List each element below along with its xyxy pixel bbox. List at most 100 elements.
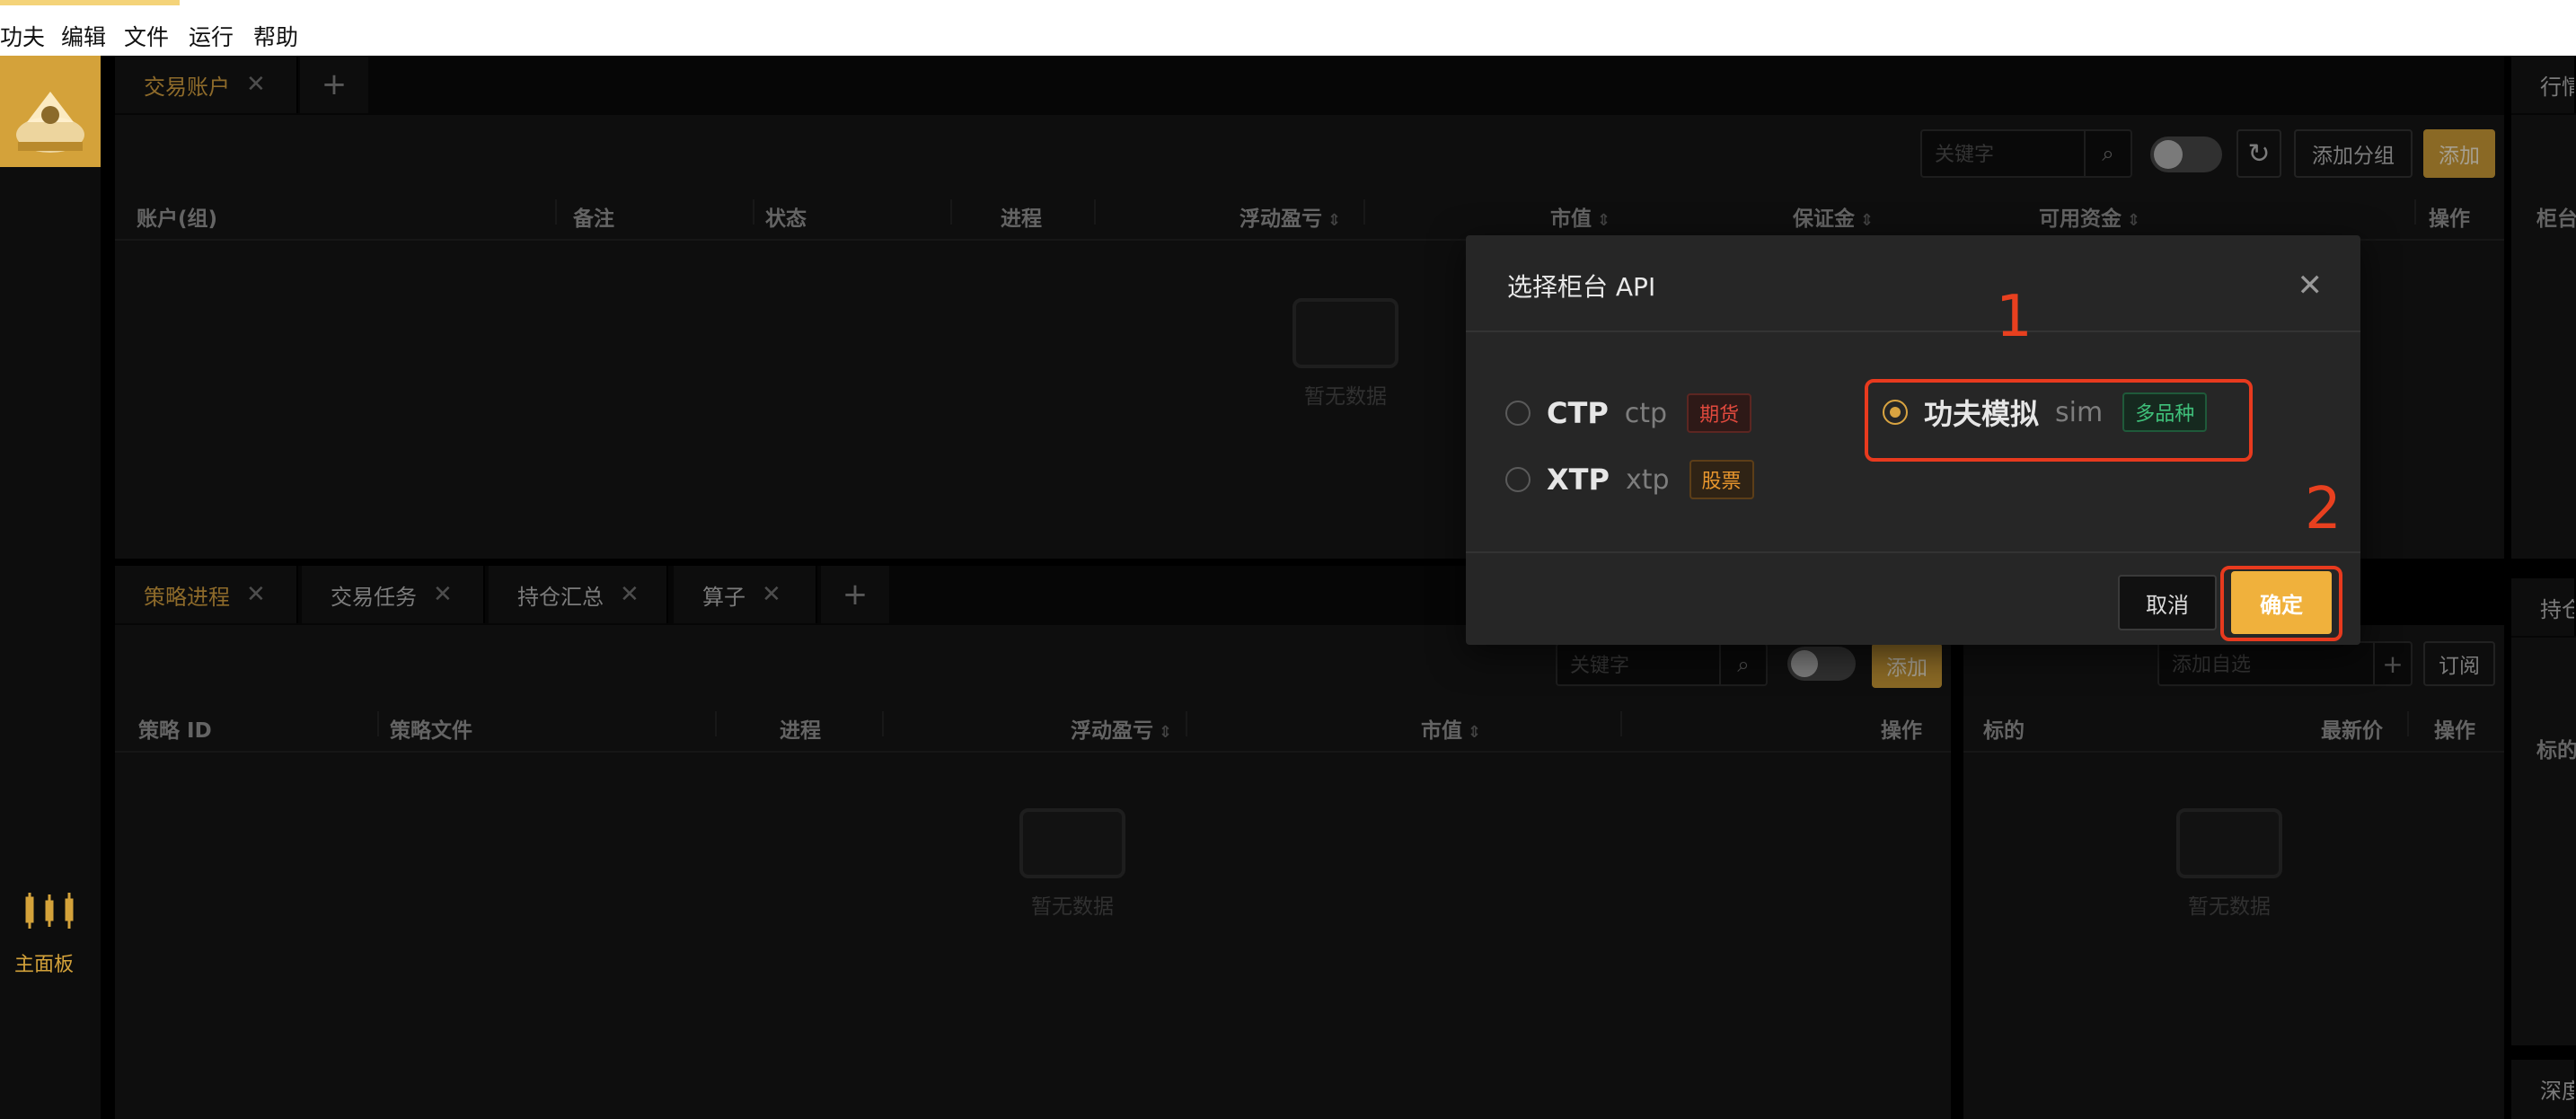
menu-item-edit[interactable]: 编辑 bbox=[61, 20, 106, 52]
col-divider bbox=[715, 711, 717, 736]
col-floating-pnl[interactable]: 浮动盈亏 ⇕ bbox=[1239, 201, 1341, 232]
subscribe-button[interactable]: 订阅 bbox=[2423, 641, 2495, 686]
tab-strategy-process[interactable]: 策略进程 ✕ bbox=[115, 566, 298, 623]
close-icon[interactable]: ✕ bbox=[620, 581, 640, 608]
radio-icon bbox=[1505, 467, 1531, 492]
add-group-button[interactable]: 添加分组 bbox=[2294, 129, 2413, 178]
radio-icon bbox=[1505, 401, 1531, 426]
accounts-toggle[interactable] bbox=[2150, 137, 2222, 172]
tab-label: 策略进程 bbox=[144, 584, 230, 610]
col-margin-label: 保证金 bbox=[1793, 207, 1855, 231]
col-divider bbox=[2407, 711, 2409, 736]
strategy-search[interactable]: ⌕ bbox=[1556, 643, 1768, 686]
tab-positions[interactable]: 持仓 bbox=[2511, 578, 2576, 636]
tab-operators[interactable]: 算子 ✕ bbox=[674, 566, 817, 623]
header-divider bbox=[1963, 751, 2504, 753]
col-divider bbox=[1186, 711, 1187, 736]
plus-icon[interactable]: + bbox=[2373, 643, 2411, 684]
col-strategy-file: 策略文件 bbox=[390, 719, 472, 743]
close-icon[interactable]: ✕ bbox=[246, 581, 266, 608]
sort-icon: ⇕ bbox=[1468, 723, 1482, 742]
strategy-search-input[interactable] bbox=[1568, 645, 1718, 686]
strategy-empty-state: 暂无数据 bbox=[992, 808, 1153, 920]
watchlist-add-input[interactable] bbox=[2170, 643, 2350, 686]
annotation-number-1: 1 bbox=[1996, 284, 2033, 350]
col-account: 账户(组) bbox=[137, 207, 218, 231]
menu-item-file[interactable]: 文件 bbox=[124, 20, 169, 52]
col-floating-pnl[interactable]: 浮动盈亏 ⇕ bbox=[1071, 713, 1172, 744]
watchlist-empty-state: 暂无数据 bbox=[2148, 808, 2310, 920]
col-market-value[interactable]: 市值 ⇕ bbox=[1421, 713, 1481, 744]
empty-text: 暂无数据 bbox=[1304, 385, 1387, 409]
close-icon[interactable]: ✕ bbox=[762, 581, 781, 608]
col-actions: 操作 bbox=[2434, 719, 2475, 743]
option-name: XTP bbox=[1547, 463, 1610, 497]
col-divider bbox=[377, 711, 379, 736]
tab-trading-accounts[interactable]: 交易账户 ✕ bbox=[115, 56, 298, 113]
tab-label: 持仓汇总 bbox=[517, 584, 604, 610]
menu-item-kungfu[interactable]: 功夫 bbox=[0, 20, 45, 52]
app-logo bbox=[0, 56, 101, 167]
col-margin[interactable]: 保证金 ⇕ bbox=[1793, 201, 1874, 232]
dashboard-icon bbox=[25, 893, 74, 929]
strategy-toggle[interactable] bbox=[1787, 647, 1856, 681]
annotation-box-1 bbox=[1865, 379, 2253, 462]
empty-inbox-icon bbox=[1019, 808, 1125, 878]
dialog-header-divider bbox=[1466, 330, 2360, 332]
col-divider bbox=[753, 199, 754, 225]
accounts-search[interactable]: ⌕ bbox=[1920, 129, 2132, 178]
option-tag: 期货 bbox=[1687, 393, 1752, 433]
tab-label: 交易账户 bbox=[144, 74, 230, 100]
col-divider bbox=[1094, 199, 1096, 225]
tab-depth[interactable]: 深度 bbox=[2511, 1060, 2576, 1117]
option-ctp[interactable]: CTP ctp 期货 bbox=[1505, 393, 1752, 433]
add-account-button[interactable]: 添加 bbox=[2423, 129, 2495, 178]
col-divider bbox=[950, 199, 952, 225]
col-divider bbox=[1363, 199, 1365, 225]
add-tab-button[interactable]: + bbox=[821, 566, 889, 623]
cancel-button[interactable]: 取消 bbox=[2118, 575, 2217, 630]
close-icon[interactable]: ✕ bbox=[246, 71, 266, 98]
option-xtp[interactable]: XTP xtp 股票 bbox=[1505, 460, 1754, 499]
col-counter: 柜台 bbox=[2536, 207, 2576, 231]
col-market-value[interactable]: 市值 ⇕ bbox=[1550, 201, 1610, 232]
title-bar-remnant bbox=[0, 0, 180, 5]
tab-label: 行情 bbox=[2540, 74, 2574, 100]
col-divider bbox=[882, 711, 884, 736]
tab-position-summary[interactable]: 持仓汇总 ✕ bbox=[489, 566, 668, 623]
annotation-box-2 bbox=[2220, 566, 2342, 641]
col-floating-pnl-label: 浮动盈亏 bbox=[1239, 207, 1322, 231]
search-icon[interactable]: ⌕ bbox=[2084, 131, 2130, 176]
option-name: CTP bbox=[1547, 396, 1609, 430]
accounts-search-input[interactable] bbox=[1933, 131, 2083, 178]
watchlist-add-search[interactable]: + bbox=[2157, 641, 2413, 686]
sidebar-item-dashboard[interactable]: 主面板 bbox=[0, 889, 101, 988]
add-strategy-button[interactable]: 添加 bbox=[1872, 643, 1942, 688]
col-strategy-id: 策略 ID bbox=[138, 719, 212, 743]
tab-label: 交易任务 bbox=[331, 584, 417, 610]
col-floating-pnl-label: 浮动盈亏 bbox=[1071, 719, 1153, 743]
col-available-funds[interactable]: 可用资金 ⇕ bbox=[2039, 201, 2140, 232]
market-panel: 行情 柜台 bbox=[2511, 56, 2576, 559]
col-last-price: 最新价 bbox=[2321, 719, 2383, 743]
close-icon[interactable]: ✕ bbox=[2298, 268, 2324, 304]
option-code: ctp bbox=[1624, 397, 1668, 429]
toggle-knob bbox=[2154, 140, 2183, 169]
tab-trading-tasks[interactable]: 交易任务 ✕ bbox=[302, 566, 485, 623]
add-tab-button[interactable]: + bbox=[300, 56, 368, 113]
col-available-funds-label: 可用资金 bbox=[2039, 207, 2122, 231]
tab-market[interactable]: 行情 bbox=[2511, 56, 2576, 113]
col-process: 进程 bbox=[1001, 207, 1042, 231]
empty-inbox-icon bbox=[1292, 298, 1398, 368]
search-icon[interactable]: ⌕ bbox=[1719, 645, 1766, 684]
refresh-button[interactable]: ↻ bbox=[2236, 129, 2281, 178]
market-tab-bar: 行情 bbox=[2511, 56, 2576, 115]
menu-item-run[interactable]: 运行 bbox=[189, 20, 234, 52]
watchlist-panel: + 订阅 标的 最新价 操作 暂无数据 bbox=[1963, 625, 2504, 1119]
menu-item-help[interactable]: 帮助 bbox=[253, 20, 298, 52]
tab-label: 持仓 bbox=[2540, 596, 2574, 622]
close-icon[interactable]: ✕ bbox=[433, 581, 453, 608]
tab-label: 深度 bbox=[2540, 1078, 2574, 1104]
accounts-tab-bar: 交易账户 ✕ + bbox=[115, 56, 2504, 115]
dialog-footer-divider bbox=[1466, 551, 2360, 553]
